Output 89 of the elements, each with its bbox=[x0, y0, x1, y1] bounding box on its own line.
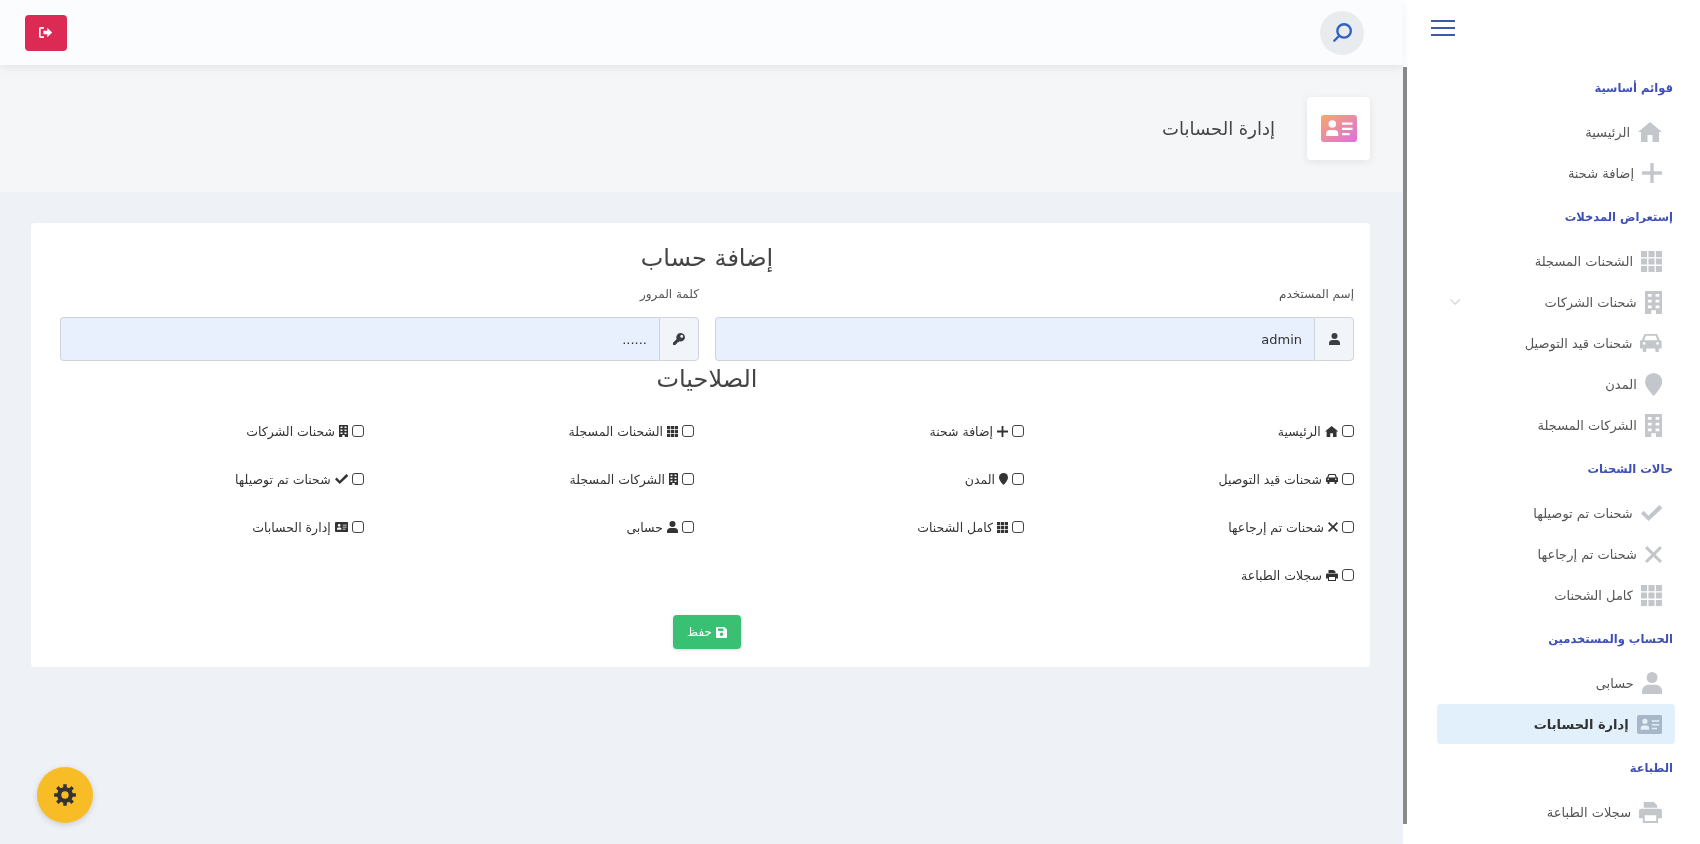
permission-label: شحنات الشركات bbox=[246, 423, 335, 439]
car-icon bbox=[1326, 474, 1338, 484]
sidebar-item[interactable]: إدارة الحسابات bbox=[1437, 704, 1675, 744]
permission-label: شحنات تم توصيلها bbox=[235, 471, 331, 487]
grid-icon bbox=[1641, 584, 1662, 606]
checkbox[interactable] bbox=[1012, 425, 1024, 437]
permission-label: المدن bbox=[964, 471, 995, 487]
sidebar-section-title: الطباعة bbox=[1628, 760, 1674, 777]
field-label: كلمة المرور bbox=[638, 286, 699, 303]
building-icon bbox=[1644, 413, 1662, 437]
cross-icon bbox=[1645, 545, 1662, 563]
user-icon bbox=[667, 521, 678, 533]
house-icon bbox=[1324, 425, 1338, 437]
sidebar-item[interactable]: الرئيسية bbox=[1437, 112, 1675, 152]
checkbox[interactable] bbox=[352, 521, 364, 533]
chevron-down-icon bbox=[1450, 299, 1461, 305]
grid-icon bbox=[667, 425, 678, 437]
building-icon bbox=[669, 473, 678, 485]
sidebar-item[interactable]: الشركات المسجلة bbox=[1437, 405, 1675, 445]
cross-icon bbox=[1328, 522, 1338, 532]
sidebar-section-title: قوائم أساسية bbox=[1593, 79, 1674, 98]
permission-label: شحنات قيد التوصيل bbox=[1218, 471, 1322, 487]
checkbox[interactable] bbox=[1012, 521, 1024, 533]
permission-label: كامل الشحنات bbox=[917, 519, 993, 535]
checkbox[interactable] bbox=[1012, 473, 1024, 485]
printer-icon bbox=[1639, 801, 1662, 823]
user-icon bbox=[1314, 317, 1354, 361]
checkbox[interactable] bbox=[1342, 521, 1354, 533]
building-icon bbox=[339, 425, 348, 437]
sidebar-section-title: حالات الشحنات bbox=[1586, 461, 1674, 478]
sidebar-item[interactable]: شحنات قيد التوصيل bbox=[1437, 323, 1675, 363]
permission-label: حسابى bbox=[626, 519, 663, 535]
id-card-icon bbox=[334, 522, 348, 532]
building-icon bbox=[1644, 290, 1662, 314]
sidebar-item[interactable]: إضافة شحنة bbox=[1437, 153, 1675, 193]
sidebar-section-title: إستعراض المدخلات bbox=[1563, 209, 1674, 226]
id-card-icon bbox=[1307, 97, 1370, 160]
permission-label: سجلات الطباعة bbox=[1240, 567, 1322, 583]
check-icon bbox=[1640, 505, 1662, 521]
checkbox[interactable] bbox=[1342, 473, 1354, 485]
page-title: إدارة الحسابات bbox=[1162, 118, 1275, 139]
sidebar-item[interactable]: الشحنات المسجلة bbox=[1437, 241, 1675, 281]
plus-icon bbox=[1642, 163, 1662, 183]
section-title: الصلاحيات bbox=[655, 364, 759, 395]
search-button[interactable] bbox=[1320, 10, 1364, 55]
permission-label: الشركات المسجلة bbox=[569, 471, 665, 487]
checkbox[interactable] bbox=[682, 473, 694, 485]
menu-icon[interactable] bbox=[1431, 19, 1455, 36]
input-field[interactable]: admin bbox=[715, 317, 1314, 361]
id-card-icon bbox=[1636, 714, 1662, 734]
form-title: إضافة حساب bbox=[639, 243, 775, 274]
checkbox[interactable] bbox=[682, 425, 694, 437]
checkbox[interactable] bbox=[1342, 569, 1354, 581]
map-pin-icon bbox=[999, 473, 1008, 485]
checkbox[interactable] bbox=[352, 425, 364, 437]
search-icon bbox=[1332, 23, 1352, 42]
sidebar-item[interactable]: شحنات تم إرجاعها bbox=[1437, 534, 1675, 574]
permission-label: إدارة الحسابات bbox=[252, 519, 331, 535]
key-icon bbox=[659, 317, 699, 361]
checkbox[interactable] bbox=[682, 521, 694, 533]
car-icon bbox=[1640, 334, 1662, 352]
scrollbar-thumb[interactable] bbox=[1403, 67, 1407, 824]
checkbox[interactable] bbox=[1342, 425, 1354, 437]
permission-label: شحنات تم إرجاعها bbox=[1228, 519, 1324, 535]
house-icon bbox=[1638, 122, 1662, 142]
grid-icon bbox=[997, 521, 1008, 533]
printer-icon bbox=[1326, 569, 1338, 581]
sidebar-item[interactable]: حسابى bbox=[1437, 663, 1675, 703]
grid-icon bbox=[1641, 250, 1662, 272]
sidebar-item[interactable]: كامل الشحنات bbox=[1437, 575, 1675, 615]
check-icon bbox=[334, 474, 348, 484]
logout-icon bbox=[39, 27, 53, 38]
permission-label: الشحنات المسجلة bbox=[568, 423, 663, 439]
map-pin-icon bbox=[1644, 372, 1662, 396]
user-icon bbox=[1641, 672, 1662, 694]
input-field[interactable]: ...... bbox=[60, 317, 659, 361]
checkbox[interactable] bbox=[352, 473, 364, 485]
plus-icon bbox=[997, 425, 1008, 437]
sidebar-item[interactable]: المدن bbox=[1437, 364, 1675, 404]
settings-icon bbox=[54, 784, 76, 806]
permission-label: الرئيسية bbox=[1277, 423, 1321, 439]
permission-label: إضافة شحنة bbox=[929, 423, 993, 439]
sidebar-item[interactable]: سجلات الطباعة bbox=[1437, 792, 1675, 832]
sidebar-item[interactable]: شحنات الشركات bbox=[1437, 282, 1675, 322]
sidebar-item[interactable]: شحنات تم توصيلها bbox=[1437, 493, 1675, 533]
logout-button[interactable] bbox=[25, 14, 67, 51]
sidebar-section-title: الحساب والمستخدمين bbox=[1547, 631, 1674, 649]
settings-button[interactable] bbox=[37, 767, 93, 823]
field-label: إسم المستخدم bbox=[1278, 286, 1354, 303]
